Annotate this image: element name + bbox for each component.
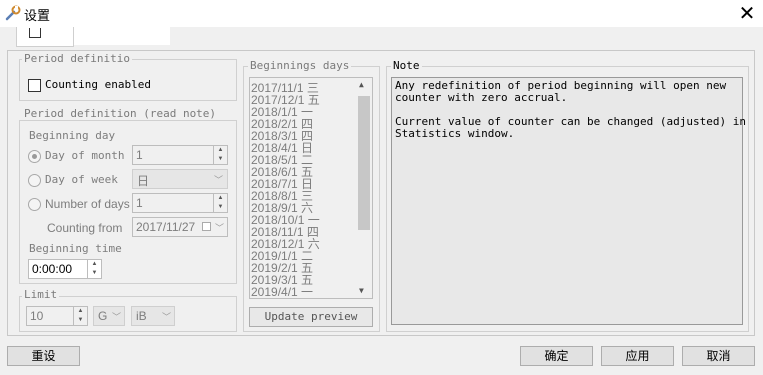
limit-legend: Limit [22, 288, 60, 301]
number-of-days-radio[interactable] [28, 198, 41, 211]
tab-strip-blank [74, 27, 170, 45]
beginning-time-label: Beginning time [29, 242, 122, 255]
beginning-time-value: 0:00:00 [32, 262, 73, 276]
calendar-icon [202, 222, 211, 231]
day-of-week-select[interactable]: 日 ﹀ [132, 169, 228, 189]
scroll-up-icon[interactable]: ▲ [359, 80, 364, 89]
day-of-month-stepper[interactable]: ▲ ▼ [213, 146, 227, 164]
list-item[interactable]: 2019/4/1 一 [251, 286, 313, 298]
settings-wrench-icon [5, 5, 21, 21]
close-icon[interactable]: ✕ [735, 1, 759, 25]
limit-stepper[interactable]: ▲ ▼ [73, 307, 87, 325]
number-of-days-value: 1 [136, 196, 143, 210]
counting-from-date[interactable]: 2017/11/27 ﹀ [132, 217, 228, 237]
day-of-month-radio[interactable] [28, 150, 41, 163]
counting-from-label: Counting from [47, 221, 123, 235]
beginnings-list[interactable]: 2017/11/1 三 2017/12/1 五 2018/1/1 一 2018/2/1… [249, 77, 373, 299]
note-legend: Note [391, 59, 422, 72]
chevron-down-icon: ﹀ [161, 312, 171, 322]
period-definition-legend: Period definition (read note) [22, 107, 219, 120]
chevron-down-icon: ﹀ [213, 175, 223, 185]
limit-unit-select[interactable]: iB ﹀ [131, 306, 175, 326]
scroll-down-icon[interactable]: ▼ [359, 286, 364, 295]
limit-value: 10 [30, 309, 44, 323]
apply-button[interactable]: 应用 [601, 346, 674, 366]
counting-enabled-checkbox[interactable] [28, 79, 41, 92]
limit-unit-value: iB [136, 309, 147, 323]
window-title: 设置 [24, 9, 51, 24]
number-of-days-field[interactable]: 1 ▲ ▼ [132, 193, 228, 213]
day-of-week-radio[interactable] [28, 174, 41, 187]
beginnings-legend: Beginnings days [248, 59, 352, 72]
counting-enabled-label: Counting enabled [45, 78, 151, 91]
number-of-days-stepper[interactable]: ▲ ▼ [213, 194, 227, 212]
counting-from-value: 2017/11/27 [136, 220, 196, 234]
day-of-week-label: Day of week [45, 173, 118, 186]
tab-strip[interactable] [16, 27, 74, 47]
beginning-time-stepper[interactable]: ▲ ▼ [87, 260, 101, 278]
day-of-week-value: 日 [137, 174, 150, 188]
cancel-button[interactable]: 取消 [682, 346, 755, 366]
update-preview-button[interactable]: Update preview [249, 307, 373, 327]
note-text: Any redefinition of period beginning wil… [391, 77, 746, 325]
limit-unit-prefix-select[interactable]: G ﹀ [93, 306, 125, 326]
tab-checkbox [29, 28, 41, 38]
day-of-month-field[interactable]: 1 ▲ ▼ [132, 145, 228, 165]
counting-group-legend: Period definitio [22, 52, 132, 65]
ok-button[interactable]: 确定 [520, 346, 593, 366]
title-bar [0, 0, 763, 27]
scroll-thumb[interactable] [358, 96, 370, 230]
chevron-down-icon: ﹀ [111, 312, 121, 322]
limit-unit-prefix-value: G [98, 309, 108, 323]
list-scrollbar[interactable]: ▲ ▼ [356, 78, 372, 298]
reset-button[interactable]: 重设 [7, 346, 80, 366]
beginning-day-label: Beginning day [29, 129, 116, 142]
limit-value-field[interactable]: 10 ▲ ▼ [26, 306, 88, 326]
chevron-down-icon: ﹀ [214, 223, 224, 233]
day-of-month-label: Day of month [45, 149, 125, 162]
beginning-time-field[interactable]: 0:00:00 ▲ ▼ [28, 259, 102, 279]
day-of-month-value: 1 [136, 148, 143, 162]
number-of-days-label: Number of days [45, 197, 130, 211]
